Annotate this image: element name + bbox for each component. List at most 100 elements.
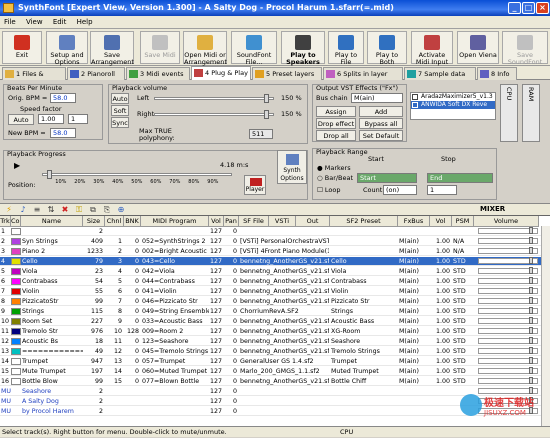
track-volume-slider[interactable] — [478, 367, 538, 374]
track-volume-thumb[interactable] — [529, 227, 533, 234]
cell-name[interactable]: Room Set — [21, 317, 83, 326]
checkbox-icon[interactable] — [412, 94, 418, 100]
cell-prog[interactable]: 033=Acoustic Bass — [141, 317, 209, 326]
markers-radio[interactable]: ● Markers — [317, 164, 351, 172]
track-volume-slider[interactable] — [478, 377, 538, 384]
track-volume-thumb[interactable] — [529, 287, 533, 294]
cell-name[interactable]: Trumpet — [21, 357, 83, 366]
track-row[interactable]: 9Strings11580049=String Ensemble 11270Ch… — [0, 307, 550, 316]
count-field[interactable]: (on) — [383, 185, 417, 195]
track-volume-thumb[interactable] — [529, 247, 533, 254]
column-header[interactable]: Out — [296, 216, 330, 227]
track-row[interactable]: 15 Mute Trumpet 197 14 0 060=Muted Trumpet 127… — [0, 367, 550, 376]
tab-pianoroll[interactable]: 2 Pianoroll — [67, 67, 125, 80]
track-row[interactable]: 14 Trumpet 947 13 0 057=Trumpet 127 0 GeneralUse… — [0, 357, 550, 366]
cell-name[interactable]: by Procol Harem — [21, 407, 83, 416]
sort-icon[interactable]: ⇅ — [46, 205, 56, 215]
cell-prog[interactable] — [141, 397, 209, 406]
play-file-button[interactable]: Play to File — [328, 31, 364, 66]
track-volume-slider[interactable] — [478, 247, 538, 254]
open-viena-button[interactable]: Open Viena — [457, 31, 499, 64]
end-num-field[interactable]: 1 — [427, 185, 457, 195]
cell-prog[interactable]: 123=Seashore — [141, 337, 209, 346]
menu-help[interactable]: Help — [73, 16, 97, 29]
cell-prog[interactable]: 044=Contrabass — [141, 277, 209, 286]
track-row[interactable]: 10 Room Set 227 9 0 033=Acoustic Bass 127 0 benn… — [0, 317, 550, 326]
open-midi-button[interactable]: Open Midi or Arrangement — [183, 31, 227, 66]
left-volume-thumb[interactable] — [264, 94, 270, 103]
setup-button[interactable]: Setup and Options — [46, 31, 88, 66]
cell-name[interactable]: A Salty Dog — [21, 397, 83, 406]
track-row[interactable]: 1 2 127 0 — [0, 227, 550, 236]
track-volume-thumb[interactable] — [529, 297, 533, 304]
track-color-swatch[interactable] — [11, 258, 21, 265]
synth-options-button[interactable]: Synth Options — [277, 150, 307, 184]
track-volume-slider[interactable] — [478, 357, 538, 364]
track-color-swatch[interactable] — [11, 268, 21, 275]
tab-plug-play[interactable]: 4 Plug & Play — [191, 66, 251, 80]
track-volume-thumb[interactable] — [529, 277, 533, 284]
exit-button[interactable]: Exit — [2, 31, 42, 64]
tab-preset-layers[interactable]: 5 Preset layers — [252, 67, 322, 80]
cell-name[interactable]: ================ — [21, 347, 83, 356]
track-volume-slider[interactable] — [478, 327, 538, 334]
cell-name[interactable] — [21, 227, 83, 236]
track-volume-thumb[interactable] — [529, 307, 533, 314]
track-volume-slider[interactable] — [478, 227, 538, 234]
track-volume-thumb[interactable] — [529, 327, 533, 334]
menu-view[interactable]: View — [22, 16, 47, 29]
track-volume-slider[interactable] — [478, 267, 538, 274]
cell-prog[interactable]: 060=Muted Trumpet — [141, 367, 209, 376]
track-color-swatch[interactable] — [11, 308, 21, 315]
track-row[interactable]: 5 Viola 23 4 0 042=Viola 127 0 bennetng_AnotherG… — [0, 267, 550, 276]
menu-file[interactable]: File — [0, 16, 20, 29]
track-color-swatch[interactable] — [11, 328, 21, 335]
track-volume-slider[interactable] — [478, 347, 538, 354]
stop-select[interactable]: End — [427, 173, 493, 183]
track-color-swatch[interactable] — [11, 318, 21, 325]
activate-midi-button[interactable]: Activate Midi Input — [411, 31, 453, 66]
track-row[interactable]: 2 Syn Strings 409 1 0 052=SynthStrings 2 127 0[… — [0, 237, 550, 246]
cell-name[interactable]: Seashore — [21, 387, 83, 396]
cell-name[interactable]: PizzicatoStr — [21, 297, 83, 306]
bypass-all-button[interactable]: Bypass all — [359, 118, 403, 129]
cell-name[interactable]: Cello — [21, 257, 83, 266]
cell-name[interactable]: Syn Strings — [21, 237, 83, 246]
speed-factor-field[interactable]: 1.00 — [38, 114, 64, 124]
column-header[interactable]: Name — [21, 216, 83, 227]
volume-auto-button[interactable]: Auto — [111, 93, 129, 104]
track-color-swatch[interactable] — [11, 368, 21, 375]
column-header[interactable]: Vol — [430, 216, 452, 227]
column-header[interactable]: Size — [83, 216, 105, 227]
column-header[interactable]: MIDI Program — [141, 216, 209, 227]
cell-name[interactable]: Tremolo Str — [21, 327, 83, 336]
track-volume-thumb[interactable] — [529, 337, 533, 344]
column-header[interactable]: VSTi — [269, 216, 296, 227]
tab-sample-data[interactable]: 7 Sample data — [404, 67, 476, 80]
barbeat-radio[interactable]: ○ Bar/Beat — [317, 174, 353, 182]
cell-prog[interactable]: 042=Viola — [141, 267, 209, 276]
loop-checkbox[interactable]: ☐ Loop — [317, 186, 341, 194]
track-row[interactable]: 6 Contrabass 54 5 0 044=Contrabass 127 0 bennetn… — [0, 277, 550, 286]
cell-name[interactable]: Viola — [21, 267, 83, 276]
cell-name[interactable]: Strings — [21, 307, 83, 316]
position-thumb[interactable] — [46, 170, 52, 179]
track-color-swatch[interactable] — [11, 238, 21, 245]
position-slider[interactable] — [42, 170, 232, 179]
track-volume-slider[interactable] — [478, 307, 538, 314]
delete-icon[interactable]: ✖ — [60, 205, 70, 215]
cell-name[interactable]: Contrabass — [21, 277, 83, 286]
track-volume-slider[interactable] — [478, 317, 538, 324]
track-color-swatch[interactable] — [11, 338, 21, 345]
column-header[interactable]: Trk — [0, 216, 11, 227]
cell-name[interactable]: Acoustic Bs — [21, 337, 83, 346]
soundfont-file-button[interactable]: SoundFont File... — [231, 31, 277, 66]
cell-prog[interactable]: 002=Bright Acoustic — [141, 247, 209, 256]
speed-spinner[interactable]: 1 — [68, 114, 88, 124]
track-volume-slider[interactable] — [478, 287, 538, 294]
track-volume-slider[interactable] — [478, 297, 538, 304]
right-volume-thumb[interactable] — [264, 110, 270, 119]
minimize-button[interactable]: _ — [508, 2, 521, 14]
tab-files-folders[interactable]: 1 Files & Folders — [2, 67, 66, 90]
track-volume-thumb[interactable] — [529, 317, 533, 324]
